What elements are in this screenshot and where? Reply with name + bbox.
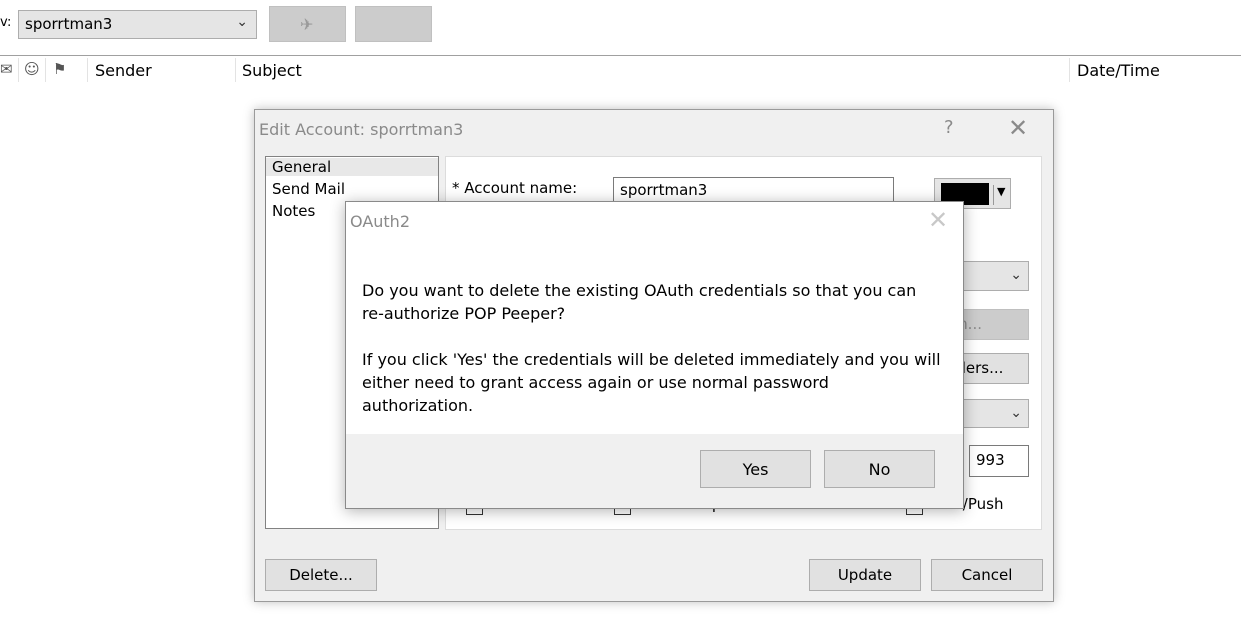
help-button[interactable]: ? (944, 117, 954, 138)
nav-item-send-mail[interactable]: Send Mail (272, 180, 345, 198)
yes-button[interactable]: Yes (700, 450, 811, 488)
nav-item-notes[interactable]: Notes (272, 202, 315, 220)
dialog-title: OAuth2 (350, 212, 410, 231)
close-icon[interactable]: ✕ (1008, 114, 1028, 142)
chevron-down-icon: ⌄ (1010, 267, 1022, 283)
chevron-down-icon: ⌄ (1010, 405, 1022, 421)
port-input[interactable]: 993 (969, 445, 1029, 477)
column-header-sender[interactable]: Sender (95, 61, 152, 80)
dialog-title: Edit Account: sporrtman3 (259, 120, 464, 139)
satellite-icon: ✈ (300, 15, 314, 34)
update-button[interactable]: Update (809, 559, 921, 591)
oauth2-dialog: OAuth2 ✕ Do you want to delete the exist… (345, 201, 964, 509)
header-divider (0, 55, 1241, 56)
no-button[interactable]: No (824, 450, 935, 488)
close-icon[interactable]: ✕ (928, 206, 948, 234)
account-name-label: * Account name: (452, 179, 578, 197)
toolbar-button[interactable] (355, 6, 432, 42)
delete-button[interactable]: Delete... (265, 559, 377, 591)
confirmation-question: Do you want to delete the existing OAuth… (362, 281, 917, 323)
nav-item-general[interactable]: General (266, 158, 438, 176)
account-selector-value: sporrtman3 (25, 15, 113, 33)
confirmation-explanation: If you click 'Yes' the credentials will … (362, 350, 941, 415)
column-divider (45, 58, 46, 82)
person-icon[interactable]: ☺ (24, 60, 40, 78)
column-header-datetime[interactable]: Date/Time (1077, 61, 1160, 80)
cancel-button[interactable]: Cancel (931, 559, 1043, 591)
column-divider (235, 58, 236, 82)
column-divider (18, 58, 19, 82)
chevron-down-icon: ⌄ (236, 14, 248, 30)
column-header-subject[interactable]: Subject (242, 61, 302, 80)
envelope-icon[interactable]: ✉ (0, 60, 13, 78)
account-selector[interactable]: sporrtman3 ⌄ (18, 10, 257, 39)
dropdown-arrow-icon: ▼ (993, 185, 1005, 205)
check-mail-button[interactable]: ✈ (269, 6, 346, 42)
flag-icon[interactable]: ⚑ (53, 60, 66, 78)
account-selector-label: v: (0, 15, 12, 30)
column-divider (87, 58, 88, 82)
column-divider (1069, 58, 1070, 82)
dialog-button-bar: Yes No (346, 434, 963, 508)
